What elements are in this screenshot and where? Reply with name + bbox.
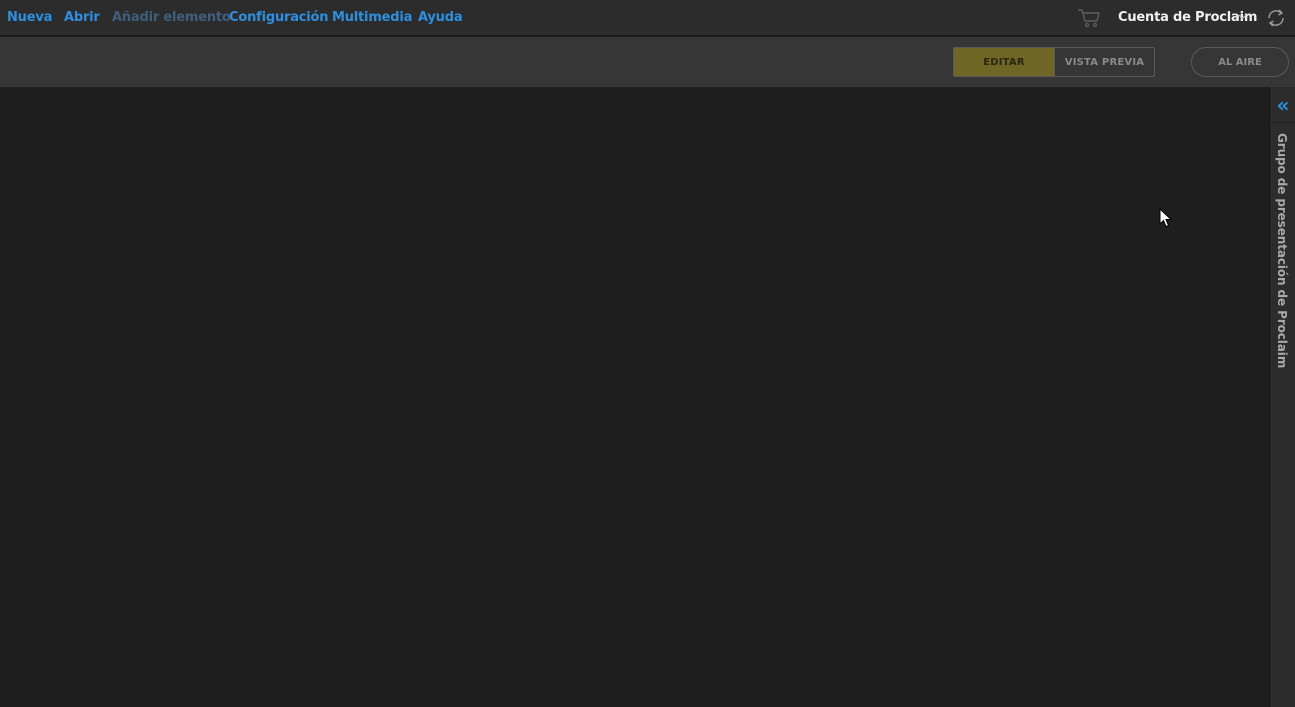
double-chevron-left-icon[interactable]: «: [1270, 87, 1295, 123]
preview-mode-button[interactable]: VISTA PREVIA: [1054, 48, 1154, 76]
menu-item-anadir-elemento: Añadir elemento: [112, 10, 231, 25]
menu-bar: Nueva Abrir Añadir elemento Configuració…: [0, 0, 1295, 36]
mode-toggle: EDITAR VISTA PREVIA: [953, 47, 1155, 77]
sync-icon[interactable]: [1265, 7, 1287, 29]
chevron-down-icon[interactable]: [1238, 14, 1247, 20]
menu-item-configuracion[interactable]: Configuración: [229, 10, 329, 25]
mouse-cursor-icon: [1159, 208, 1172, 228]
account-menu[interactable]: Cuenta de Proclaim: [1118, 10, 1257, 25]
cart-icon[interactable]: [1077, 8, 1101, 28]
menu-item-nueva[interactable]: Nueva: [7, 10, 52, 25]
menu-item-multimedia[interactable]: Multimedia: [332, 10, 412, 25]
main-canvas: [0, 87, 1269, 707]
menu-item-ayuda[interactable]: Ayuda: [418, 10, 463, 25]
toolbar: EDITAR VISTA PREVIA AL AIRE: [0, 37, 1295, 87]
on-air-button[interactable]: AL AIRE: [1191, 47, 1289, 77]
side-panel: « Grupo de presentación de Proclaim: [1269, 87, 1295, 707]
side-panel-label[interactable]: Grupo de presentación de Proclaim: [1275, 133, 1289, 368]
menu-item-abrir[interactable]: Abrir: [64, 10, 100, 25]
edit-mode-button[interactable]: EDITAR: [954, 48, 1054, 76]
